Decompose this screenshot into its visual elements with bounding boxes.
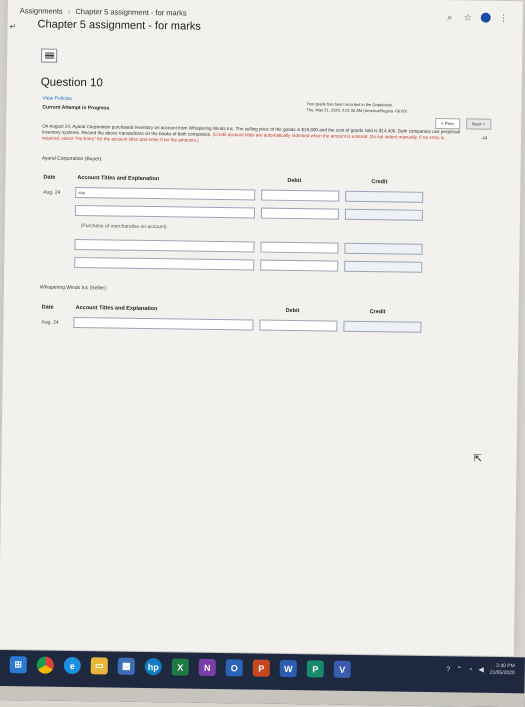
seller-credit-input-1[interactable] <box>343 320 422 333</box>
windows-icon[interactable]: ⊞ <box>9 656 27 674</box>
buyer-credit-input-2[interactable] <box>344 208 424 221</box>
menu-bar <box>44 52 54 54</box>
monitor-bezel <box>0 685 525 707</box>
menu-bar <box>44 54 54 57</box>
grade-notice: Your grade has been recorded in the Grad… <box>306 101 407 114</box>
system-tray: ? ⌃ ◔ ◀ 2:40 PM 21/05/2020 <box>446 662 515 677</box>
more-icon[interactable]: ⋮ <box>499 13 509 23</box>
breadcrumb-assignments[interactable]: Assignments <box>20 6 63 16</box>
toolbar-icons: ⌕ ☆ ⋮ <box>445 12 509 23</box>
back-arrow-icon[interactable]: ↵ <box>9 22 16 31</box>
view-policies-link[interactable]: View Policies <box>43 95 72 101</box>
publisher-icon[interactable]: P <box>306 660 324 678</box>
question-title: Question 10 <box>40 76 103 90</box>
clock-date: 21/05/2020 <box>489 669 515 677</box>
buyer-entry-note: (Purchase of merchandise on account) <box>80 223 167 231</box>
volume-icon[interactable]: ◀ <box>478 666 484 674</box>
folder-icon[interactable]: ▭ <box>90 657 108 675</box>
score-label: -/4 <box>481 135 488 142</box>
buyer-account-input-2[interactable] <box>74 204 256 219</box>
prev-button[interactable]: < Prev <box>434 117 461 130</box>
buyer-account-input-1[interactable]: abg <box>75 186 256 201</box>
wifi-icon[interactable]: ◔ <box>468 666 472 673</box>
buyer-credit-input-3[interactable] <box>344 242 423 255</box>
seller-label: Whispering Winds Inc (Seller): <box>39 284 108 292</box>
menu-button[interactable] <box>41 48 58 63</box>
buyer-debit-input-2[interactable] <box>260 207 340 220</box>
buyer-debit-input-4[interactable] <box>260 259 339 272</box>
buyer-header-account: Account Titles and Explanation <box>77 174 160 183</box>
next-button[interactable]: Next > <box>466 118 492 130</box>
seller-header-credit: Credit <box>369 309 386 316</box>
question-nav: < Prev Next > <box>434 117 492 130</box>
help-icon[interactable]: ? <box>446 666 450 673</box>
buyer-credit-input-4[interactable] <box>344 260 423 273</box>
breadcrumb: Assignments › Chapter 5 assignment - for… <box>20 6 187 17</box>
seller-account-input-1[interactable] <box>73 316 254 331</box>
seller-header-account: Account Titles and Explanation <box>75 304 158 313</box>
question-description: On August 24, Ayaral Corporation purchas… <box>42 123 462 147</box>
onedrive-icon[interactable]: O <box>225 659 243 677</box>
seller-debit-input-1[interactable] <box>259 319 338 332</box>
tray-arrow-icon[interactable]: ⌃ <box>456 665 462 673</box>
attempt-status: Current Attempt in Progress <box>42 104 110 112</box>
buyer-header-credit: Credit <box>371 179 388 186</box>
browser-icon[interactable]: e <box>63 656 81 675</box>
buyer-date: Aug. 24 <box>43 189 61 196</box>
taskbar: ⊞ e ▭ ▦ hp X N O P W P V ? ⌃ ◔ ◀ 2:40 PM… <box>0 650 525 707</box>
profile-avatar[interactable] <box>480 12 491 23</box>
browser-page: Assignments › Chapter 5 assignment - for… <box>0 0 523 657</box>
search-icon[interactable]: ⌕ <box>445 12 455 22</box>
buyer-header-date: Date <box>43 174 56 181</box>
grade-notice-line: Thu, May 21, 2020, 2:01:06 AM (America/R… <box>306 107 407 114</box>
word-icon[interactable]: W <box>279 659 297 678</box>
buyer-credit-input-1[interactable] <box>345 190 424 203</box>
visio-icon[interactable]: V <box>333 660 351 678</box>
breadcrumb-current: Chapter 5 assignment - for marks <box>75 6 187 18</box>
page-title: Chapter 5 assignment - for marks <box>37 18 201 33</box>
seller-header-debit: Debit <box>285 307 300 315</box>
buyer-debit-input-1[interactable] <box>261 189 340 202</box>
mouse-cursor-icon: ⇱ <box>473 453 483 465</box>
hp-icon[interactable]: hp <box>144 658 162 676</box>
onenote-icon[interactable]: N <box>198 658 216 677</box>
buyer-account-input-4[interactable] <box>74 256 255 271</box>
clock[interactable]: 2:40 PM 21/05/2020 <box>490 663 515 677</box>
excel-icon[interactable]: X <box>171 658 189 676</box>
buyer-header-debit: Debit <box>287 177 302 185</box>
store-icon[interactable]: ▦ <box>117 657 135 675</box>
taskbar-apps: ⊞ e ▭ ▦ hp X N O P W P V <box>9 656 351 678</box>
star-icon[interactable]: ☆ <box>463 12 473 22</box>
buyer-label: Ayaral Corporation (Buyer): <box>41 155 103 163</box>
menu-bar <box>44 57 54 60</box>
chrome-icon[interactable] <box>36 656 54 674</box>
buyer-debit-input-3[interactable] <box>260 241 339 254</box>
powerpoint-icon[interactable]: P <box>252 659 270 677</box>
seller-date: Aug. 24 <box>41 319 59 326</box>
breadcrumb-separator: › <box>67 6 71 16</box>
buyer-account-input-3[interactable] <box>74 238 255 253</box>
seller-header-date: Date <box>41 304 54 311</box>
